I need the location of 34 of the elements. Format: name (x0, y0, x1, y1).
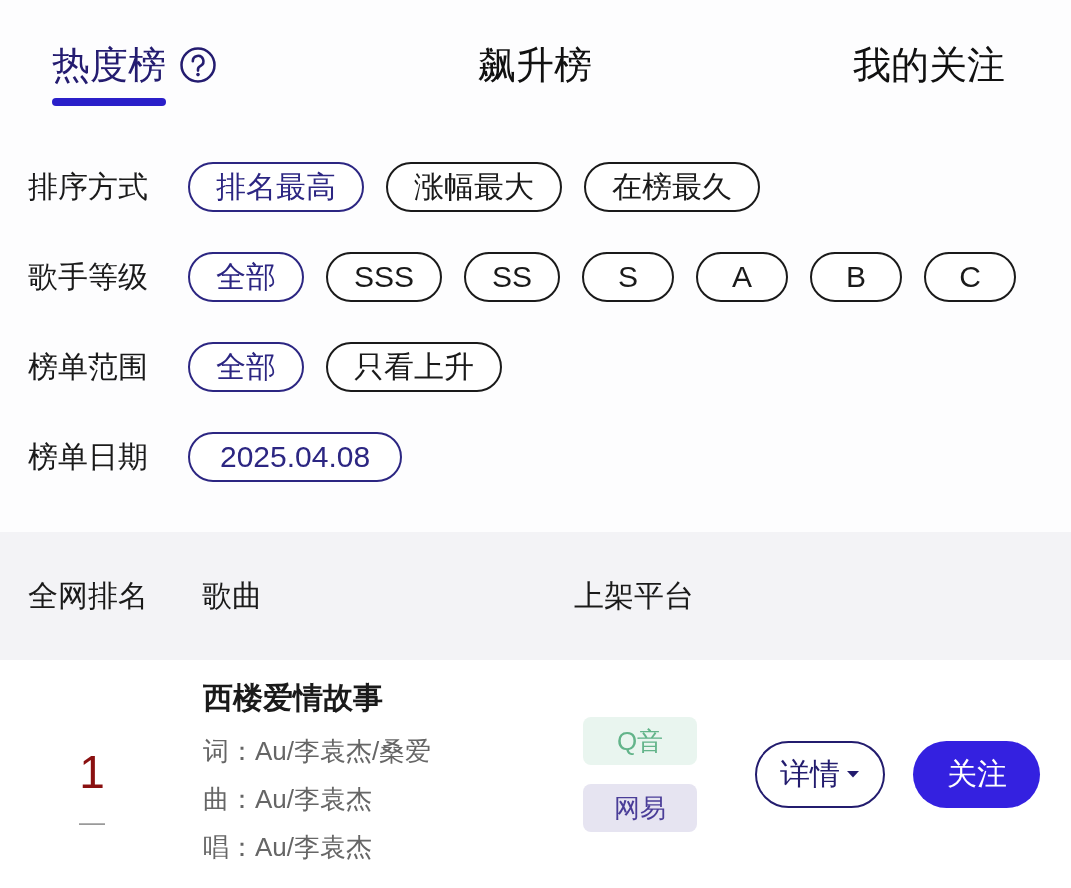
filter-option[interactable]: 在榜最久 (584, 162, 760, 212)
filter-option[interactable]: A (696, 252, 789, 302)
song-title: 西楼爱情故事 (203, 680, 383, 716)
filter-label: 榜单范围 (28, 352, 149, 382)
filter-option[interactable]: SS (464, 252, 561, 302)
rank-change: — (79, 809, 105, 835)
caret-icon (846, 770, 860, 778)
filter-option[interactable]: B (810, 252, 903, 302)
platform-tag: Q音 (583, 716, 697, 765)
filter-option[interactable]: S (582, 252, 675, 302)
column-header: 上架平台 (574, 581, 694, 611)
filter-label: 排序方式 (28, 172, 149, 202)
tab[interactable]: 热度榜 (52, 46, 166, 106)
date-picker-button[interactable]: 2025.04.08 (188, 432, 403, 482)
tab[interactable]: 飙升榜 (477, 46, 592, 84)
follow-button[interactable]: 关注 (913, 740, 1040, 808)
filter-option[interactable]: SSS (326, 252, 443, 302)
filter-option[interactable]: 只看上升 (326, 342, 502, 392)
details-button[interactable]: 详情 (755, 740, 885, 808)
filter-option[interactable]: 全部 (188, 252, 304, 302)
tab[interactable]: 我的关注 (853, 46, 1005, 84)
rank-number: 1 (79, 749, 105, 795)
filter-option[interactable]: 全部 (188, 342, 304, 392)
credit-line: 词：Au/李袁杰/桑爱 (203, 735, 432, 768)
column-header: 全网排名 (28, 581, 148, 611)
filter-label: 歌手等级 (28, 262, 149, 292)
credit-line: 唱：Au/李袁杰 (203, 831, 373, 864)
column-header: 歌曲 (202, 581, 262, 611)
filter-option[interactable]: 涨幅最大 (386, 162, 562, 212)
credit-line: 曲：Au/李袁杰 (203, 783, 373, 816)
platform-tag: 网易 (583, 783, 697, 832)
filter-option[interactable]: 排名最高 (188, 162, 364, 212)
filter-label: 榜单日期 (28, 442, 149, 472)
filter-option[interactable]: C (924, 252, 1017, 302)
